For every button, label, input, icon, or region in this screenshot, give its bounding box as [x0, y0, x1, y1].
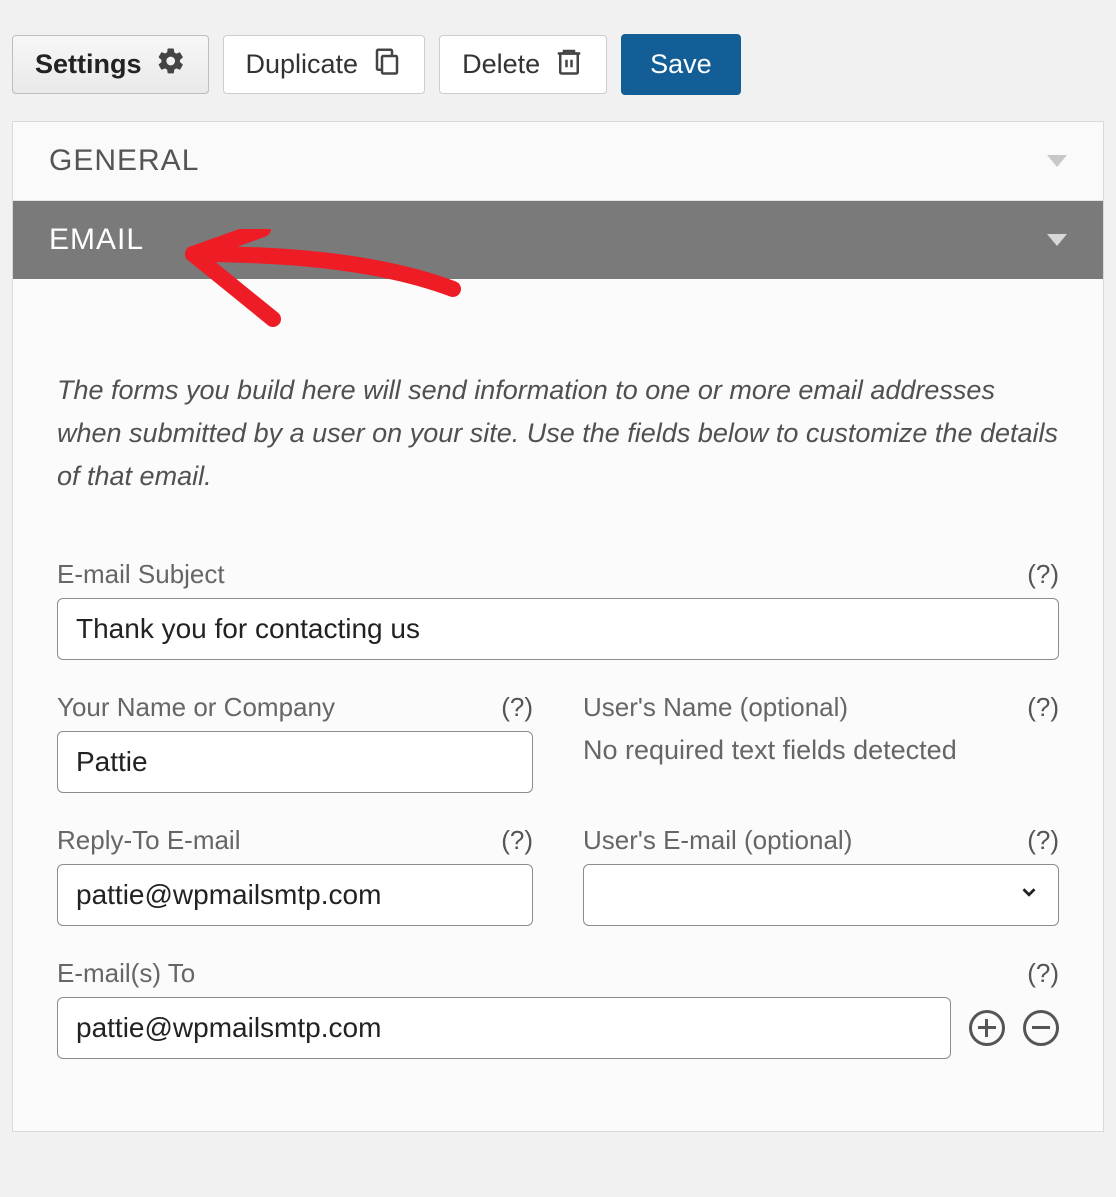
- help-icon[interactable]: (?): [501, 692, 533, 723]
- input-email-subject[interactable]: [57, 598, 1059, 660]
- help-icon[interactable]: (?): [1027, 559, 1059, 590]
- field-group-user-email: User's E-mail (optional) (?): [583, 825, 1059, 926]
- field-group-subject: E-mail Subject (?): [57, 559, 1059, 660]
- help-icon[interactable]: (?): [1027, 825, 1059, 856]
- field-group-reply-to: Reply-To E-mail (?): [57, 825, 533, 926]
- field-group-user-name: User's Name (optional) (?) No required t…: [583, 692, 1059, 793]
- chevron-down-icon: [1047, 234, 1067, 246]
- add-recipient-button[interactable]: [969, 1010, 1005, 1046]
- section-title-email: EMAIL: [49, 223, 144, 257]
- trash-icon: [554, 46, 584, 83]
- input-emails-to[interactable]: [57, 997, 951, 1059]
- help-icon[interactable]: (?): [1027, 958, 1059, 989]
- duplicate-button[interactable]: Duplicate: [223, 35, 426, 94]
- delete-button[interactable]: Delete: [439, 35, 607, 94]
- section-header-email[interactable]: EMAIL: [13, 201, 1103, 279]
- input-reply-to[interactable]: [57, 864, 533, 926]
- copy-icon: [372, 46, 402, 83]
- section-intro-text: The forms you build here will send infor…: [57, 369, 1059, 499]
- user-name-empty-message: No required text fields detected: [583, 731, 1059, 766]
- select-user-email[interactable]: [583, 864, 1059, 926]
- save-button-label: Save: [650, 49, 712, 80]
- chevron-down-icon: [1047, 155, 1067, 167]
- chevron-down-icon: [1018, 881, 1040, 909]
- toolbar: Settings Duplicate Delete Save: [12, 12, 1104, 121]
- label-email-subject: E-mail Subject: [57, 559, 225, 590]
- gear-icon: [156, 46, 186, 83]
- minus-icon: [1032, 1026, 1050, 1029]
- label-reply-to: Reply-To E-mail: [57, 825, 241, 856]
- delete-button-label: Delete: [462, 49, 540, 80]
- section-title-general: GENERAL: [49, 144, 199, 178]
- remove-recipient-button[interactable]: [1023, 1010, 1059, 1046]
- input-your-name[interactable]: [57, 731, 533, 793]
- field-group-your-name: Your Name or Company (?): [57, 692, 533, 793]
- help-icon[interactable]: (?): [501, 825, 533, 856]
- label-user-email: User's E-mail (optional): [583, 825, 852, 856]
- plus-icon: [978, 1019, 996, 1037]
- settings-panel: GENERAL EMAIL The forms you build here w…: [12, 121, 1104, 1132]
- settings-button-label: Settings: [35, 49, 142, 80]
- label-emails-to: E-mail(s) To: [57, 958, 195, 989]
- settings-button[interactable]: Settings: [12, 35, 209, 94]
- label-your-name: Your Name or Company: [57, 692, 335, 723]
- section-body-email: The forms you build here will send infor…: [13, 279, 1103, 1131]
- section-header-general[interactable]: GENERAL: [13, 122, 1103, 201]
- save-button[interactable]: Save: [621, 34, 741, 95]
- duplicate-button-label: Duplicate: [246, 49, 359, 80]
- field-group-emails-to: E-mail(s) To (?): [57, 958, 1059, 1059]
- label-user-name: User's Name (optional): [583, 692, 848, 723]
- help-icon[interactable]: (?): [1027, 692, 1059, 723]
